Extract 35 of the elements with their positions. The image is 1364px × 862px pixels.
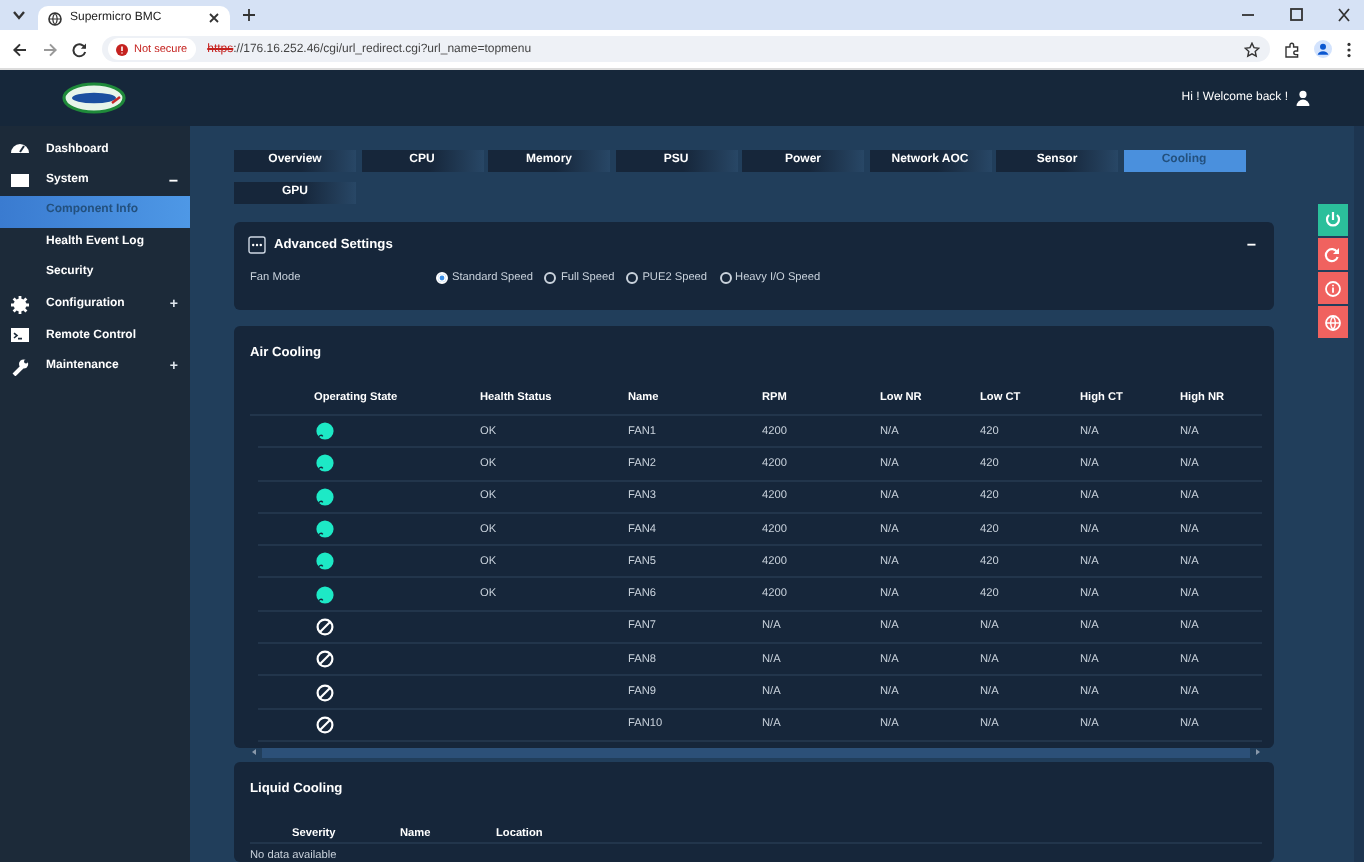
profile-icon[interactable] <box>1314 40 1332 58</box>
info-icon <box>1322 277 1344 299</box>
puzzle-icon[interactable] <box>1284 41 1300 57</box>
action-button[interactable] <box>1318 306 1348 338</box>
plus-icon[interactable] <box>242 8 256 22</box>
monitor-icon <box>10 171 30 190</box>
star-icon[interactable] <box>1244 41 1260 57</box>
action-button[interactable] <box>1318 238 1348 270</box>
globe-icon <box>1322 311 1344 333</box>
close-icon[interactable] <box>208 12 220 24</box>
close-icon[interactable] <box>1336 8 1352 22</box>
globe-icon <box>48 11 62 25</box>
action-button[interactable] <box>1318 272 1348 304</box>
refresh-icon <box>1322 243 1344 265</box>
more-icon[interactable] <box>248 236 266 254</box>
terminal-icon <box>10 326 30 345</box>
back-icon[interactable] <box>12 41 28 57</box>
forward-icon[interactable] <box>42 41 58 57</box>
reload-icon[interactable] <box>72 41 88 57</box>
caret-icon[interactable] <box>12 10 26 20</box>
wrench-icon <box>10 357 30 376</box>
power-icon <box>1322 209 1344 231</box>
minimize-icon[interactable] <box>1240 8 1256 22</box>
dashboard-icon <box>10 140 30 159</box>
logo-icon[interactable] <box>62 82 126 114</box>
user-icon[interactable] <box>1296 90 1310 106</box>
collapse-toggle[interactable]: − <box>1246 236 1256 254</box>
scrollbar-thumb[interactable] <box>262 747 1250 758</box>
gear-icon <box>10 295 30 314</box>
toggle-sign[interactable]: − <box>168 171 178 190</box>
menu-icon[interactable] <box>1346 41 1352 57</box>
scroll-right-icon[interactable] <box>1254 748 1262 757</box>
maximize-icon[interactable] <box>1288 8 1304 22</box>
warning-icon <box>116 43 128 55</box>
scroll-left-icon[interactable] <box>250 748 258 757</box>
